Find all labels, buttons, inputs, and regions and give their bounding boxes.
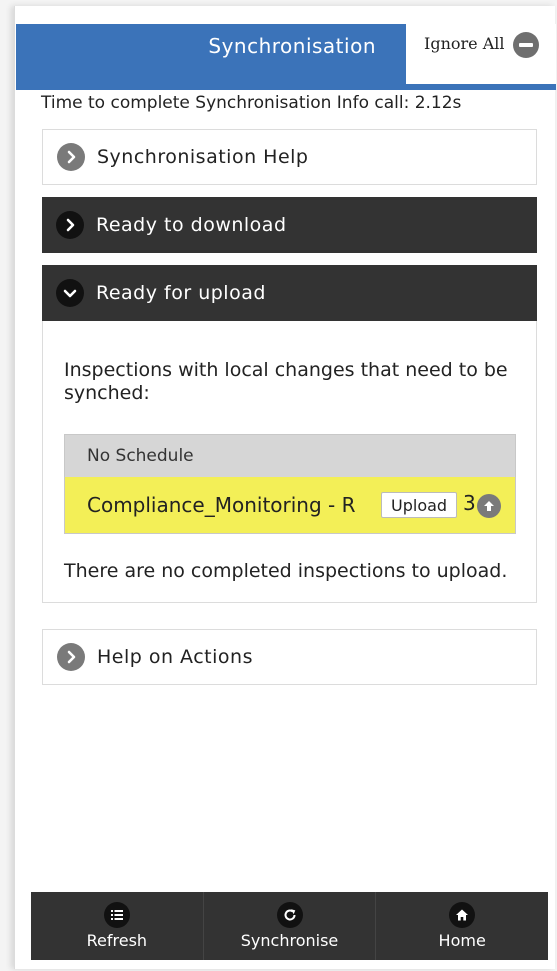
sync-help-label: Synchronisation Help (97, 146, 309, 168)
home-label: Home (438, 931, 486, 950)
inspection-row[interactable]: Compliance_Monitoring - R 3 Upload (65, 477, 515, 533)
bottom-nav: Refresh Synchronise Home (31, 892, 548, 960)
sync-help-section[interactable]: Synchronisation Help (42, 129, 537, 185)
ready-download-label: Ready to download (96, 214, 287, 236)
no-completed-text: There are no completed inspections to up… (64, 560, 508, 582)
chevron-right-icon (57, 143, 85, 171)
minus-circle-icon (512, 32, 539, 58)
home-button[interactable]: Home (376, 892, 548, 960)
upload-description: Inspections with local changes that need… (64, 359, 508, 404)
refresh-label: Refresh (86, 931, 148, 950)
ready-upload-section: Ready for upload Inspections with local … (42, 265, 537, 603)
refresh-icon (276, 902, 303, 928)
synchronise-button[interactable]: Synchronise (204, 892, 377, 960)
inspection-name-tail: 3 (463, 491, 476, 515)
upload-arrow-icon[interactable] (477, 494, 501, 518)
chevron-down-icon (56, 279, 84, 307)
header-bar-fill (16, 68, 406, 90)
page-title: Synchronisation (16, 24, 406, 68)
help-actions-header[interactable]: Help on Actions (42, 629, 537, 685)
ready-download-section[interactable]: Ready to download (42, 197, 537, 253)
list-icon (103, 902, 130, 928)
ready-upload-label: Ready for upload (96, 282, 266, 304)
refresh-button[interactable]: Refresh (31, 892, 204, 960)
schedule-header: No Schedule (65, 435, 515, 477)
home-icon (449, 902, 476, 928)
ignore-all-button[interactable]: Ignore All (406, 24, 556, 84)
sync-help-header[interactable]: Synchronisation Help (42, 129, 537, 185)
schedule-list: No Schedule Compliance_Monitoring - R 3 … (64, 434, 516, 534)
upload-button[interactable]: Upload (381, 492, 458, 518)
help-actions-label: Help on Actions (97, 646, 253, 668)
timing-info: Time to complete Synchronisation Info ca… (41, 93, 462, 113)
header: Synchronisation Ignore All (16, 18, 556, 90)
ready-upload-header[interactable]: Ready for upload (42, 265, 537, 321)
ready-download-header[interactable]: Ready to download (42, 197, 537, 253)
inspection-name: Compliance_Monitoring - R (87, 493, 356, 517)
ignore-all-label: Ignore All (424, 34, 505, 53)
help-actions-section[interactable]: Help on Actions (42, 629, 537, 685)
ready-upload-body: Inspections with local changes that need… (42, 321, 537, 603)
chevron-right-icon (57, 643, 85, 671)
chevron-right-icon (56, 211, 84, 239)
synchronise-label: Synchronise (240, 931, 339, 950)
